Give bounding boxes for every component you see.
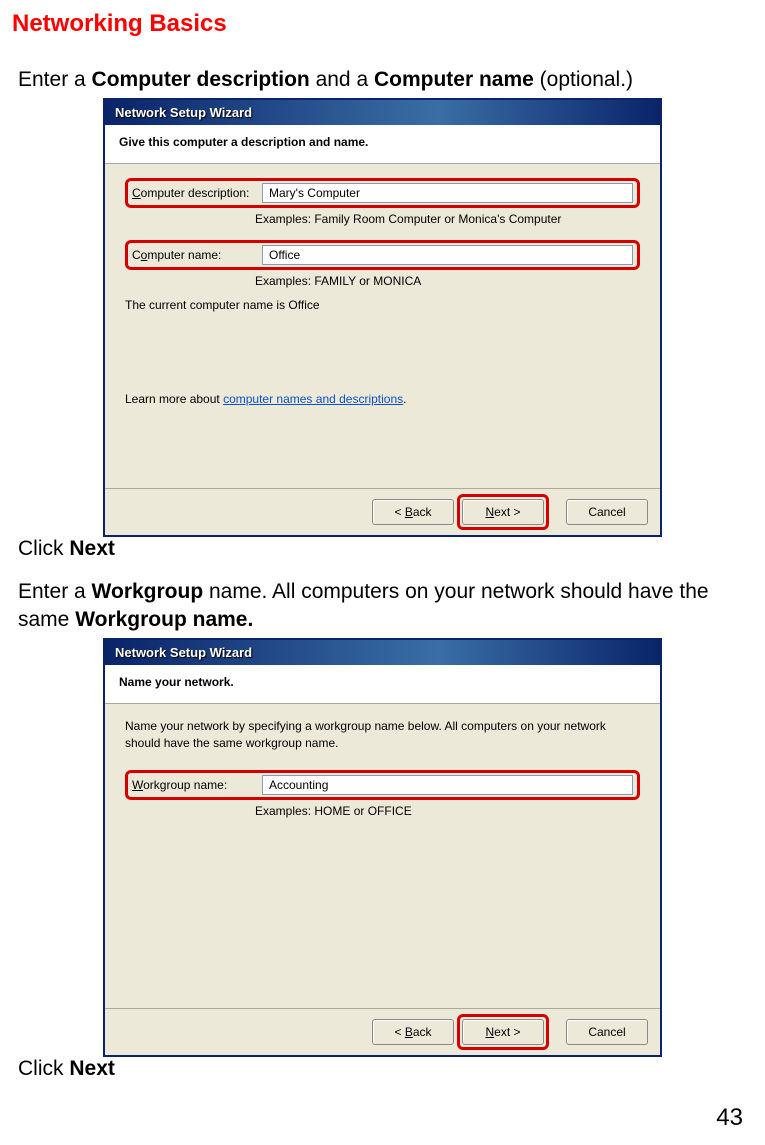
learn-more: Learn more about computer names and desc… (125, 392, 640, 406)
computer-description-label: Computer description: (132, 186, 262, 200)
computer-name-input[interactable]: Office (262, 245, 633, 265)
titlebar: Network Setup Wizard (105, 640, 660, 665)
t: Enter a (18, 580, 92, 603)
t: Enter a (18, 68, 92, 91)
instruction-1: Enter a Computer description and a Compu… (18, 66, 747, 94)
t: Click (18, 1057, 69, 1080)
t: (optional.) (534, 68, 633, 91)
description-hint: Examples: Family Room Computer or Monica… (255, 212, 640, 226)
titlebar: Network Setup Wizard (105, 100, 660, 125)
cancel-button[interactable]: Cancel (566, 1019, 648, 1045)
current-name-text: The current computer name is Office (125, 298, 640, 312)
t: and a (310, 68, 374, 91)
highlight-box: Computer name: Office (125, 240, 640, 270)
instruction-2: Enter a Workgroup name. All computers on… (18, 578, 747, 635)
t: Computer name (374, 68, 534, 91)
click-next-1: Click Next (18, 535, 747, 563)
highlight-box: Workgroup name: Accounting (125, 770, 640, 800)
computer-name-label: Computer name: (132, 248, 262, 262)
name-hint: Examples: FAMILY or MONICA (255, 274, 640, 288)
workgroup-input[interactable]: Accounting (262, 775, 633, 795)
t: Computer description (92, 68, 310, 91)
wizard-header: Give this computer a description and nam… (105, 125, 660, 164)
next-button[interactable]: Next > (462, 499, 544, 525)
highlight-box: Computer description: Mary's Computer (125, 178, 640, 208)
page-title: Networking Basics (12, 10, 753, 38)
workgroup-hint: Examples: HOME or OFFICE (255, 804, 640, 818)
t: Workgroup name. (75, 608, 253, 631)
learn-more-link[interactable]: computer names and descriptions (223, 392, 403, 406)
cancel-button[interactable]: Cancel (566, 499, 648, 525)
wizard-dialog-1: Network Setup Wizard Give this computer … (103, 98, 662, 537)
click-next-2: Click Next (18, 1055, 747, 1083)
wizard-footer: < Back Next > Cancel (105, 488, 660, 535)
t: Next (69, 1057, 115, 1080)
wizard-footer: < Back Next > Cancel (105, 1008, 660, 1055)
workgroup-label: Workgroup name: (132, 778, 262, 792)
computer-description-input[interactable]: Mary's Computer (262, 183, 633, 203)
back-button[interactable]: < Back (372, 499, 454, 525)
back-button[interactable]: < Back (372, 1019, 454, 1045)
t: Next (69, 537, 115, 560)
wizard-dialog-2: Network Setup Wizard Name your network. … (103, 638, 662, 1057)
intro-text: Name your network by specifying a workgr… (125, 718, 640, 752)
t: Click (18, 537, 69, 560)
page-number: 43 (12, 1104, 753, 1132)
next-button[interactable]: Next > (462, 1019, 544, 1045)
t: Workgroup (92, 580, 204, 603)
wizard-header: Name your network. (105, 665, 660, 704)
